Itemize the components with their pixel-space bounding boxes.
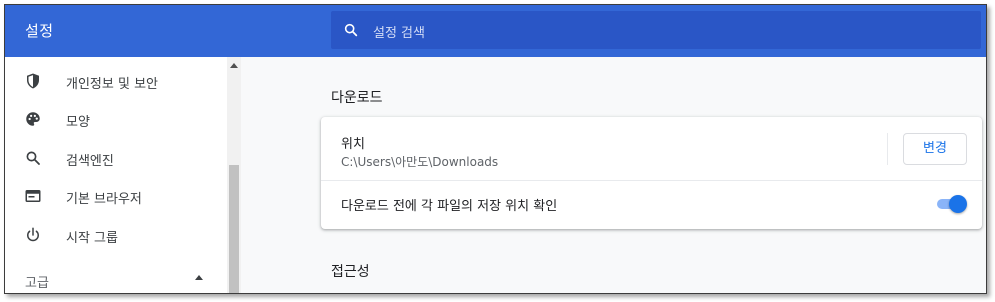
location-label: 위치 [341, 137, 365, 152]
scroll-up-arrow-icon[interactable] [230, 63, 238, 68]
search-icon [344, 23, 358, 37]
sidebar-scrollbar[interactable] [227, 57, 241, 293]
location-path: C:\Users\아만도\Downloads [341, 155, 499, 169]
toggle-knob [949, 195, 967, 213]
sidebar-item-label: 시작 그룹 [66, 231, 118, 246]
header-bar: 설정 설정 검색 [5, 5, 986, 57]
search-box[interactable]: 설정 검색 [331, 11, 981, 49]
ask-where-to-save-toggle[interactable] [935, 195, 967, 213]
sidebar-item-on-startup[interactable]: 시작 그룹 [5, 217, 227, 253]
page-title: 설정 [25, 22, 54, 40]
row-divider [887, 133, 888, 165]
sidebar-item-label: 기본 브라우저 [66, 192, 142, 207]
card-divider [321, 180, 982, 181]
sidebar: 개인정보 및 보안 모양 검색엔진 기본 브라우저 시작 그룹 고급 [5, 57, 241, 293]
collapse-arrow-icon[interactable] [195, 275, 203, 280]
sidebar-item-label: 모양 [66, 115, 90, 130]
sidebar-section-advanced[interactable]: 고급 [25, 272, 49, 291]
settings-window: 설정 설정 검색 개인정보 및 보안 모양 검색엔진 기본 브라우저 시작 그룹… [4, 4, 987, 294]
accessibility-section-title: 접근성 [331, 264, 370, 280]
browser-window-icon [25, 190, 41, 202]
sidebar-item-label: 검색엔진 [66, 154, 114, 169]
shield-icon [27, 73, 39, 89]
sidebar-item-appearance[interactable]: 모양 [5, 101, 227, 137]
power-icon [27, 227, 39, 242]
sidebar-item-label: 개인정보 및 보안 [66, 77, 158, 92]
sidebar-item-privacy-security[interactable]: 개인정보 및 보안 [5, 63, 227, 99]
search-icon [26, 151, 40, 165]
ask-where-to-save-label: 다운로드 전에 각 파일의 저장 위치 확인 [341, 199, 558, 214]
change-location-button[interactable]: 변경 [903, 133, 967, 165]
main-content: 다운로드 위치 C:\Users\아만도\Downloads 변경 다운로드 전… [241, 57, 986, 293]
sidebar-item-search-engine[interactable]: 검색엔진 [5, 140, 227, 176]
palette-icon [26, 112, 40, 126]
search-placeholder: 설정 검색 [373, 26, 425, 41]
scrollbar-thumb[interactable] [229, 165, 239, 293]
sidebar-item-default-browser[interactable]: 기본 브라우저 [5, 178, 227, 214]
downloads-section-title: 다운로드 [331, 90, 383, 106]
downloads-card: 위치 C:\Users\아만도\Downloads 변경 다운로드 전에 각 파… [321, 117, 982, 229]
